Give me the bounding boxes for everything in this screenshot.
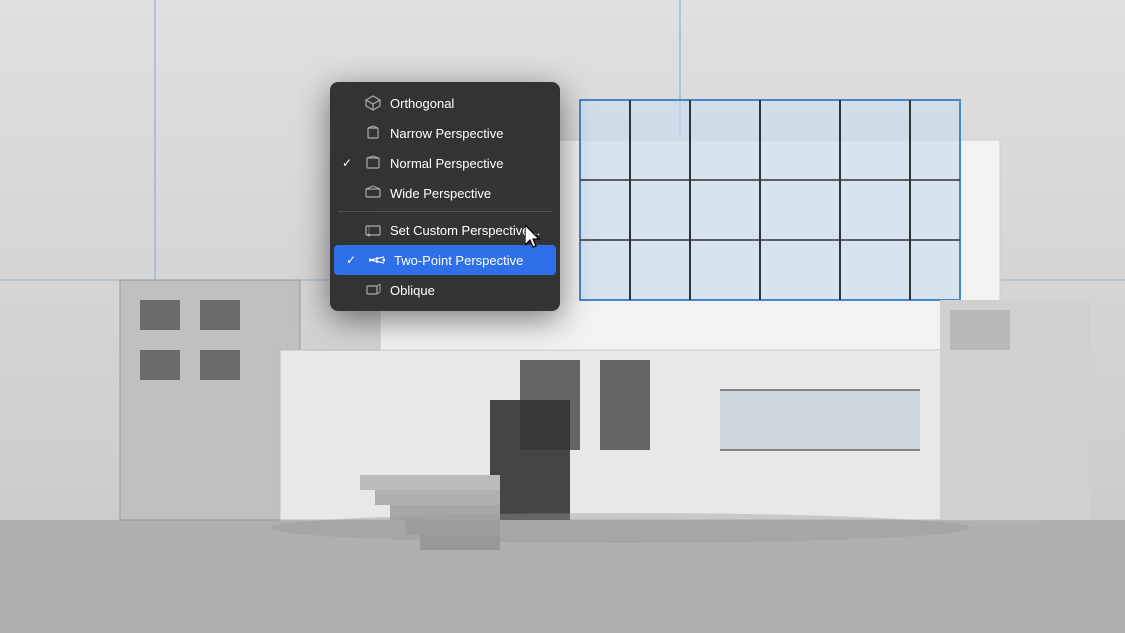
- menu-item-normal-perspective[interactable]: ✓ Normal Perspective: [330, 148, 560, 178]
- menu-divider-1: [338, 211, 552, 212]
- menu-item-oblique[interactable]: Oblique: [330, 275, 560, 305]
- wide-checkmark: [342, 186, 356, 200]
- wide-perspective-label: Wide Perspective: [390, 186, 548, 201]
- menu-item-wide-perspective[interactable]: Wide Perspective: [330, 178, 560, 208]
- normal-perspective-icon: [364, 154, 382, 172]
- narrow-perspective-label: Narrow Perspective: [390, 126, 548, 141]
- menu-item-two-point-perspective[interactable]: ✓ Two-Point Perspective: [334, 245, 556, 275]
- two-point-perspective-icon: [368, 251, 386, 269]
- normal-checkmark: ✓: [342, 156, 356, 170]
- custom-checkmark: [342, 223, 356, 237]
- perspective-dropdown-menu: Orthogonal Narrow Perspective ✓ Normal P…: [330, 82, 560, 311]
- oblique-icon: [364, 281, 382, 299]
- orthogonal-label: Orthogonal: [390, 96, 548, 111]
- menu-item-set-custom-perspective[interactable]: Set Custom Perspective...: [330, 215, 560, 245]
- building-scene: [0, 0, 1125, 633]
- orthogonal-checkmark: [342, 96, 356, 110]
- oblique-checkmark: [342, 283, 356, 297]
- menu-item-orthogonal[interactable]: Orthogonal: [330, 88, 560, 118]
- wide-perspective-icon: [364, 184, 382, 202]
- custom-perspective-icon: [364, 221, 382, 239]
- normal-perspective-label: Normal Perspective: [390, 156, 548, 171]
- oblique-label: Oblique: [390, 283, 548, 298]
- two-point-perspective-label: Two-Point Perspective: [394, 253, 544, 268]
- set-custom-perspective-label: Set Custom Perspective...: [390, 223, 548, 238]
- menu-item-narrow-perspective[interactable]: Narrow Perspective: [330, 118, 560, 148]
- two-point-checkmark: ✓: [346, 253, 360, 267]
- narrow-perspective-icon: [364, 124, 382, 142]
- orthogonal-icon: [364, 94, 382, 112]
- narrow-checkmark: [342, 126, 356, 140]
